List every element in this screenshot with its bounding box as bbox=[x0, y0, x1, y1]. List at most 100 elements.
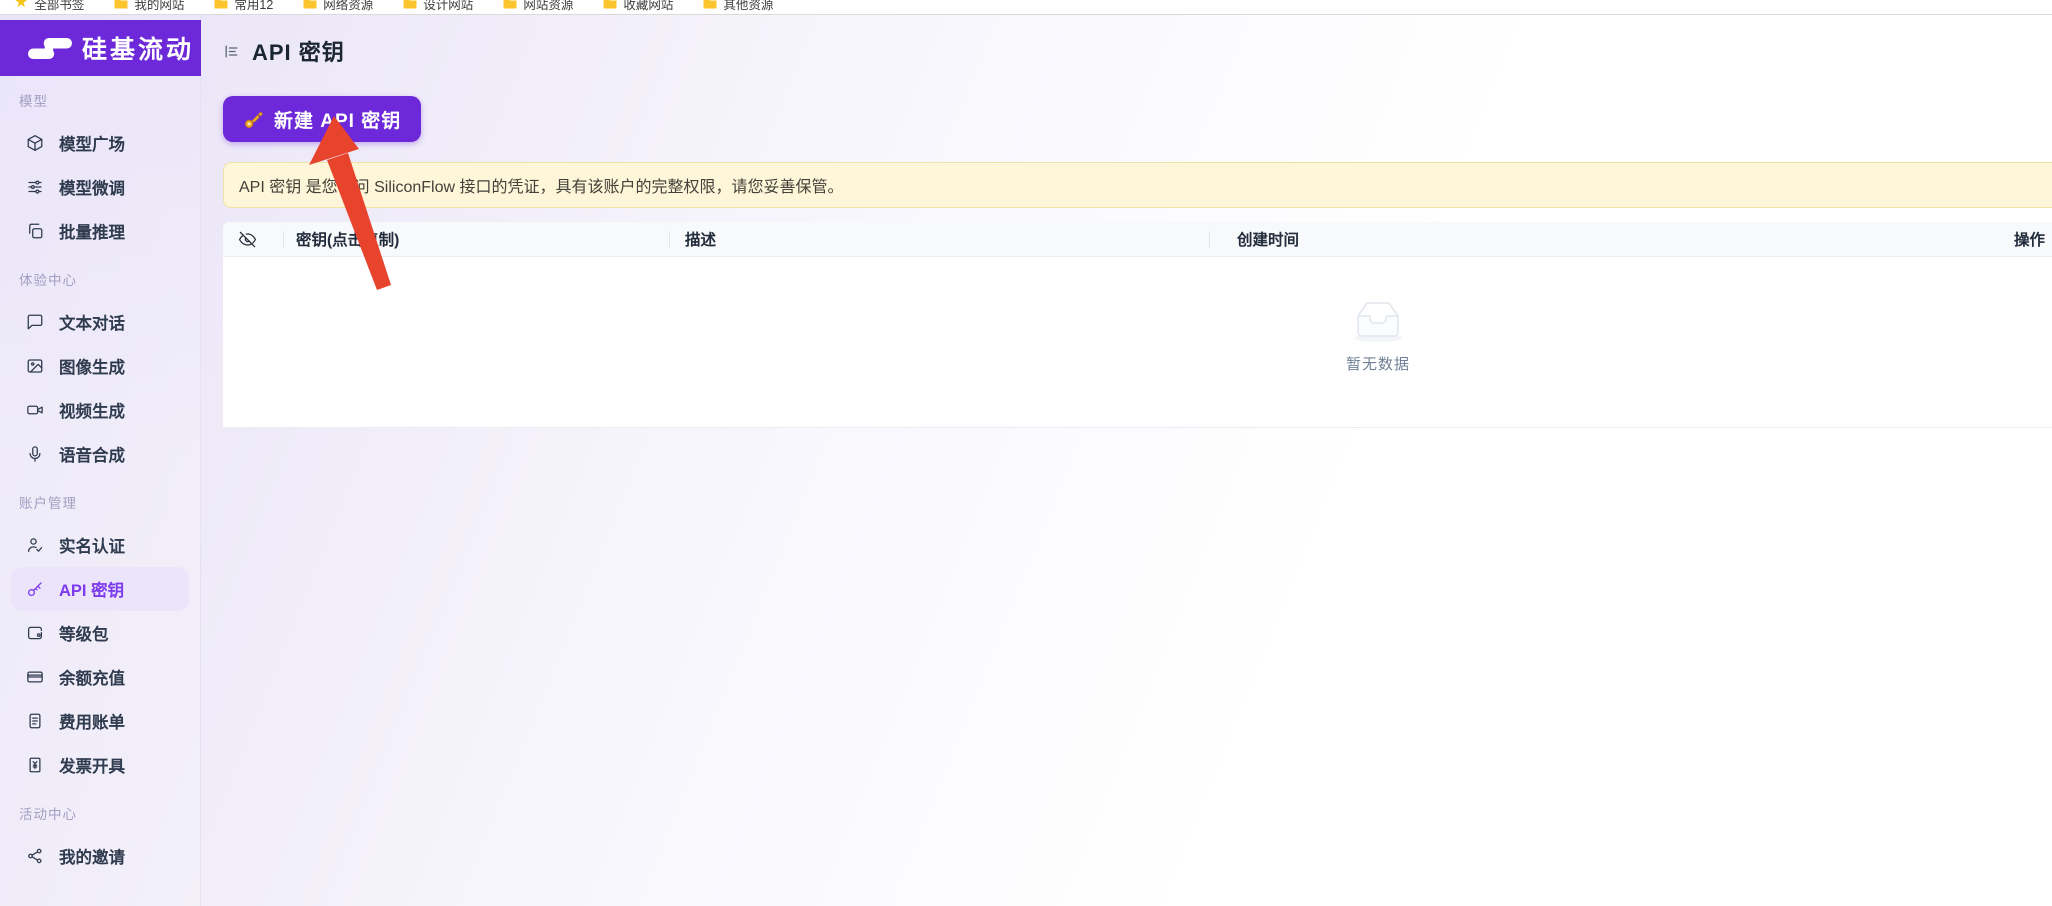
empty-text: 暂无数据 bbox=[1346, 353, 1410, 374]
bookmarks-bar: ★ 全部书签 我的网站 常用12 网络资源 设计网站 网站资源 bbox=[0, 0, 2052, 15]
sidebar-item-label: 余额充值 bbox=[59, 665, 125, 689]
folder-icon bbox=[303, 0, 317, 9]
bill-icon bbox=[26, 712, 44, 730]
bookmark-label: 全部书签 bbox=[34, 0, 84, 13]
column-divider bbox=[1209, 231, 1210, 248]
column-header-actions: 操作 bbox=[2014, 222, 2045, 256]
bookmark-all-bookmarks[interactable]: ★ 全部书签 bbox=[14, 0, 84, 13]
sidebar-item-label: 语音合成 bbox=[59, 442, 125, 466]
folder-icon bbox=[703, 0, 717, 9]
page-header: API 密钥 bbox=[223, 35, 345, 67]
toggle-key-visibility[interactable] bbox=[238, 222, 257, 256]
sidebar-item-batch-inference[interactable]: 批量推理 bbox=[11, 209, 189, 253]
bookmark-folder[interactable]: 网络资源 bbox=[303, 0, 373, 13]
api-keys-table: 密钥(点击复制) 描述 创建时间 操作 暂无数据 bbox=[223, 222, 2052, 428]
copy-icon bbox=[26, 222, 44, 240]
empty-inbox-icon bbox=[1348, 297, 1408, 343]
sidebar-item-label: 文本对话 bbox=[59, 310, 125, 334]
bookmark-folder[interactable]: 收藏网站 bbox=[603, 0, 673, 13]
logo-text: 硅基流动 bbox=[82, 30, 194, 66]
sidebar-item-invoice[interactable]: 发票开具 bbox=[11, 743, 189, 787]
sidebar-item-realname-verification[interactable]: 实名认证 bbox=[11, 523, 189, 567]
folder-icon bbox=[114, 0, 128, 9]
star-icon: ★ bbox=[14, 0, 28, 11]
folder-icon bbox=[214, 0, 228, 9]
create-api-key-label: 新建 API 密钥 bbox=[274, 106, 401, 133]
sidebar-nav: 模型 模型广场 模型微调 批量推理 体验中心 bbox=[0, 76, 200, 878]
sidebar-item-label: API 密钥 bbox=[59, 577, 124, 601]
sidebar-item-video-generation[interactable]: 视频生成 bbox=[11, 388, 189, 432]
sidebar-item-label: 视频生成 bbox=[59, 398, 125, 422]
siliconflow-logo-icon bbox=[28, 38, 72, 59]
notice-text: API 密钥 是您访问 SiliconFlow 接口的凭证，具有该账户的完整权限… bbox=[239, 173, 844, 197]
section-label-account: 账户管理 bbox=[19, 494, 181, 514]
sidebar-item-tier-package[interactable]: 等级包 bbox=[11, 611, 189, 655]
folder-icon bbox=[403, 0, 417, 9]
sidebar-item-label: 发票开具 bbox=[59, 753, 125, 777]
api-key-notice-banner: API 密钥 是您访问 SiliconFlow 接口的凭证，具有该账户的完整权限… bbox=[223, 162, 2052, 208]
sidebar-item-balance-recharge[interactable]: 余额充值 bbox=[11, 655, 189, 699]
column-header-created-at: 创建时间 bbox=[1237, 222, 1299, 256]
column-header-key: 密钥(点击复制) bbox=[296, 222, 399, 256]
sidebar-item-api-keys[interactable]: API 密钥 bbox=[11, 567, 189, 611]
eye-off-icon bbox=[238, 230, 257, 249]
sidebar-item-model-finetune[interactable]: 模型微调 bbox=[11, 165, 189, 209]
page-title: API 密钥 bbox=[252, 35, 345, 67]
key-icon bbox=[26, 580, 44, 598]
invoice-icon bbox=[26, 756, 44, 774]
folder-icon bbox=[503, 0, 517, 9]
sidebar-item-label: 等级包 bbox=[59, 621, 109, 645]
create-api-key-button[interactable]: 新建 API 密钥 bbox=[223, 96, 421, 142]
sidebar: 硅基流动 模型 模型广场 模型微调 批量推理 bbox=[0, 15, 201, 906]
gold-key-icon bbox=[243, 109, 264, 130]
main-content: API 密钥 新建 API 密钥 API 密钥 是您访问 SiliconFlow… bbox=[201, 15, 2052, 906]
section-label-experience: 体验中心 bbox=[19, 271, 181, 291]
sidebar-item-label: 模型广场 bbox=[59, 131, 125, 155]
sidebar-item-image-generation[interactable]: 图像生成 bbox=[11, 344, 189, 388]
sidebar-item-label: 我的邀请 bbox=[59, 844, 125, 868]
bookmark-label: 其他资源 bbox=[723, 0, 773, 13]
bookmark-folder[interactable]: 常用12 bbox=[214, 0, 273, 13]
sidebar-item-label: 模型微调 bbox=[59, 175, 125, 199]
empty-state: 暂无数据 bbox=[1346, 297, 1410, 374]
video-camera-icon bbox=[26, 401, 44, 419]
column-divider bbox=[669, 231, 670, 248]
chat-icon bbox=[26, 313, 44, 331]
sidebar-item-my-invitations[interactable]: 我的邀请 bbox=[11, 834, 189, 878]
bookmark-label: 常用12 bbox=[234, 0, 273, 13]
bookmark-folder[interactable]: 其他资源 bbox=[703, 0, 773, 13]
tune-icon bbox=[26, 178, 44, 196]
image-icon bbox=[26, 357, 44, 375]
column-header-description: 描述 bbox=[685, 222, 716, 256]
cube-icon bbox=[26, 134, 44, 152]
wallet-icon bbox=[26, 624, 44, 642]
bookmark-folder[interactable]: 我的网站 bbox=[114, 0, 184, 13]
bookmark-folder[interactable]: 设计网站 bbox=[403, 0, 473, 13]
bookmark-label: 网络资源 bbox=[323, 0, 373, 13]
bookmark-label: 设计网站 bbox=[423, 0, 473, 13]
bookmark-folder[interactable]: 网站资源 bbox=[503, 0, 573, 13]
page: ★ 全部书签 我的网站 常用12 网络资源 设计网站 网站资源 bbox=[0, 0, 2052, 906]
share-icon bbox=[26, 847, 44, 865]
microphone-icon bbox=[26, 445, 44, 463]
section-label-activity: 活动中心 bbox=[19, 805, 181, 825]
sidebar-item-model-plaza[interactable]: 模型广场 bbox=[11, 121, 189, 165]
sidebar-item-speech-synthesis[interactable]: 语音合成 bbox=[11, 432, 189, 476]
app-logo[interactable]: 硅基流动 bbox=[0, 20, 201, 76]
sidebar-item-label: 实名认证 bbox=[59, 533, 125, 557]
user-check-icon bbox=[26, 536, 44, 554]
table-header-row: 密钥(点击复制) 描述 创建时间 操作 bbox=[223, 222, 2052, 257]
app-window: 硅基流动 模型 模型广场 模型微调 批量推理 bbox=[0, 15, 2052, 906]
sidebar-item-label: 费用账单 bbox=[59, 709, 125, 733]
column-divider bbox=[283, 231, 284, 248]
section-label-models: 模型 bbox=[19, 92, 181, 112]
sidebar-item-billing[interactable]: 费用账单 bbox=[11, 699, 189, 743]
table-body: 暂无数据 bbox=[223, 257, 2052, 428]
bookmark-label: 收藏网站 bbox=[623, 0, 673, 13]
sidebar-item-text-chat[interactable]: 文本对话 bbox=[11, 300, 189, 344]
menu-fold-icon[interactable] bbox=[223, 43, 240, 60]
folder-icon bbox=[603, 0, 617, 9]
sidebar-item-label: 批量推理 bbox=[59, 219, 125, 243]
credit-card-icon bbox=[26, 668, 44, 686]
bookmark-label: 网站资源 bbox=[523, 0, 573, 13]
